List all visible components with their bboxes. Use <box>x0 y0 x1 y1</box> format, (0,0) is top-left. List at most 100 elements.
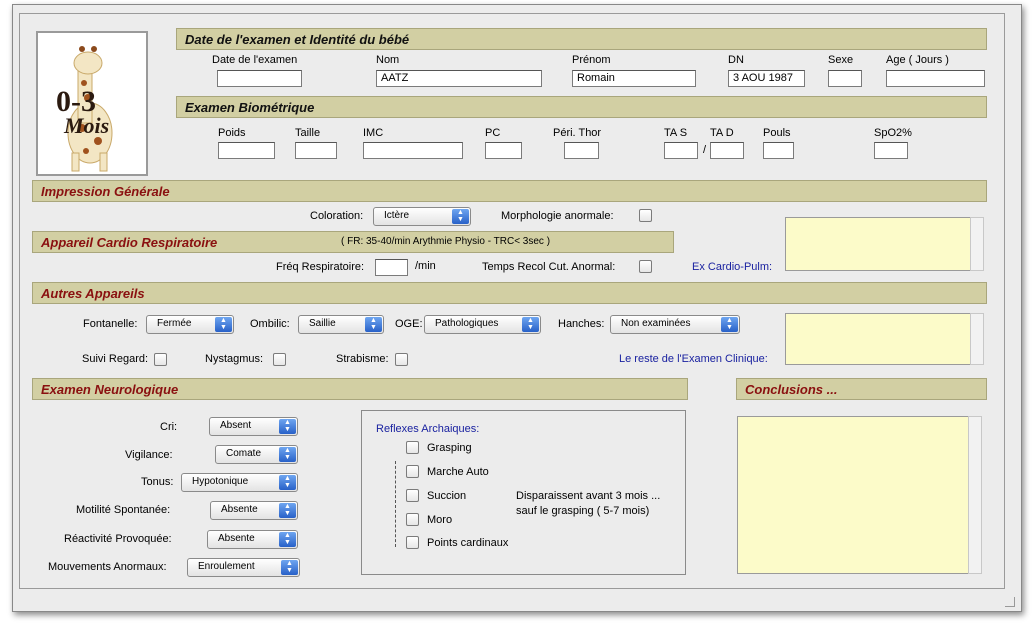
grasping-label: Grasping <box>427 442 472 454</box>
taille-field[interactable] <box>295 142 337 159</box>
oge-select[interactable]: Pathologiques ▲ ▼ <box>424 315 541 334</box>
freq-field[interactable] <box>375 259 408 276</box>
nystagmus-checkbox[interactable] <box>273 353 286 366</box>
temps-label: Temps Recol Cut. Anormal: <box>482 261 616 273</box>
age-field[interactable] <box>886 70 985 87</box>
select-arrows-icon: ▲ ▼ <box>279 475 296 490</box>
succion-label: Succion <box>427 490 467 502</box>
conclusions-header: Conclusions ... <box>736 378 987 400</box>
ex-cardio-pulm-textarea[interactable] <box>785 217 984 271</box>
motilite-value: Absente <box>221 504 258 515</box>
mouvements-value: Enroulement <box>198 561 255 572</box>
strabisme-label: Strabisme: <box>336 353 389 365</box>
select-arrows-icon: ▲ ▼ <box>215 317 232 332</box>
nom-field[interactable]: AATZ <box>376 70 542 87</box>
fontanelle-label: Fontanelle: <box>83 318 138 330</box>
scrollbar[interactable] <box>970 313 984 365</box>
scrollbar[interactable] <box>968 416 982 574</box>
succion-checkbox[interactable] <box>406 489 419 502</box>
points-checkbox[interactable] <box>406 536 419 549</box>
reflexes-note-1: Disparaissent avant 3 mois ... <box>516 490 661 502</box>
motilite-select[interactable]: Absente ▲ ▼ <box>210 501 298 520</box>
date-field[interactable] <box>217 70 302 87</box>
peri-thor-label: Péri. Thor <box>553 127 602 139</box>
cri-label: Cri: <box>160 421 178 433</box>
coloration-label: Coloration: <box>310 210 364 222</box>
reactivite-label: Réactivité Provoquée: <box>64 533 172 545</box>
strabisme-checkbox[interactable] <box>395 353 408 366</box>
mouvements-select[interactable]: Enroulement ▲ ▼ <box>187 558 300 577</box>
suivi-label: Suivi Regard: <box>82 353 149 365</box>
fontanelle-select[interactable]: Fermée ▲ ▼ <box>146 315 234 334</box>
logo-mois: Mois <box>64 113 110 138</box>
moro-label: Moro <box>427 514 453 526</box>
reste-examen-textarea[interactable] <box>785 313 984 365</box>
neuro-header: Examen Neurologique <box>32 378 688 400</box>
marche-label: Marche Auto <box>427 466 489 478</box>
points-label: Points cardinaux <box>427 537 509 549</box>
giraffe-logo: 0-3 Mois <box>36 31 148 176</box>
prenom-label: Prénom <box>572 54 611 66</box>
impression-header: Impression Générale <box>32 180 987 202</box>
reflexes-group: Reflexes Archaiques: Grasping Marche Aut… <box>361 410 686 575</box>
marche-checkbox[interactable] <box>406 465 419 478</box>
morphologie-label: Morphologie anormale: <box>501 210 614 222</box>
hanches-select[interactable]: Non examinées ▲ ▼ <box>610 315 740 334</box>
vigilance-select[interactable]: Comate ▲ ▼ <box>215 445 298 464</box>
tad-label: TA D <box>710 127 734 139</box>
sexe-label: Sexe <box>828 54 854 66</box>
reactivite-select[interactable]: Absente ▲ ▼ <box>207 530 298 549</box>
hanches-value: Non examinées <box>621 318 691 329</box>
tas-field[interactable] <box>664 142 698 159</box>
reflex-bracket <box>395 461 396 547</box>
pc-field[interactable] <box>485 142 522 159</box>
moro-checkbox[interactable] <box>406 513 419 526</box>
coloration-value: Ictère <box>384 210 410 221</box>
age-label: Age ( Jours ) <box>886 54 949 66</box>
freq-label: Fréq Respiratoire: <box>276 261 365 273</box>
spo2-label: SpO2% <box>874 127 912 139</box>
select-arrows-icon: ▲ ▼ <box>522 317 539 332</box>
vigilance-label: Vigilance: <box>125 449 173 461</box>
grasping-checkbox[interactable] <box>406 441 419 454</box>
select-arrows-icon: ▲ ▼ <box>281 560 298 575</box>
dn-field[interactable]: 3 AOU 1987 <box>728 70 805 87</box>
select-arrows-icon: ▲ ▼ <box>279 419 296 434</box>
hanches-label: Hanches: <box>558 318 605 330</box>
conclusions-textarea[interactable] <box>737 416 982 574</box>
cri-select[interactable]: Absent ▲ ▼ <box>209 417 298 436</box>
poids-label: Poids <box>218 127 246 139</box>
ombilic-value: Saillie <box>309 318 336 329</box>
ombilic-select[interactable]: Saillie ▲ ▼ <box>298 315 384 334</box>
spo2-field[interactable] <box>874 142 908 159</box>
temps-checkbox[interactable] <box>639 260 652 273</box>
morphologie-checkbox[interactable] <box>639 209 652 222</box>
ta-separator: / <box>703 144 707 156</box>
taille-label: Taille <box>295 127 321 139</box>
nom-label: Nom <box>376 54 400 66</box>
pc-label: PC <box>485 127 501 139</box>
resize-grip-icon[interactable] <box>1005 597 1015 607</box>
oge-value: Pathologiques <box>435 318 499 329</box>
peri-thor-field[interactable] <box>564 142 599 159</box>
scrollbar[interactable] <box>970 217 984 271</box>
tad-field[interactable] <box>710 142 744 159</box>
freq-unit: /min <box>415 260 436 272</box>
imc-field[interactable] <box>363 142 463 159</box>
reflexes-title: Reflexes Archaiques: <box>376 423 480 435</box>
select-arrows-icon: ▲ ▼ <box>721 317 738 332</box>
sexe-field[interactable] <box>828 70 862 87</box>
coloration-select[interactable]: Ictère ▲ ▼ <box>373 207 471 226</box>
reste-label: Le reste de l'Examen Clinique: <box>619 353 768 365</box>
tonus-select[interactable]: Hypotonique ▲ ▼ <box>181 473 298 492</box>
cri-value: Absent <box>220 420 252 431</box>
poids-field[interactable] <box>218 142 275 159</box>
cardio-note: ( FR: 35-40/min Arythmie Physio - TRC< 3… <box>341 236 551 247</box>
motilite-label: Motilité Spontanée: <box>76 504 171 516</box>
ombilic-label: Ombilic: <box>250 318 290 330</box>
form-frame: 0-3 Mois Date de l'examen et Identité du… <box>19 13 1005 589</box>
suivi-checkbox[interactable] <box>154 353 167 366</box>
prenom-field[interactable]: Romain <box>572 70 696 87</box>
fontanelle-value: Fermée <box>157 318 192 329</box>
pouls-field[interactable] <box>763 142 794 159</box>
